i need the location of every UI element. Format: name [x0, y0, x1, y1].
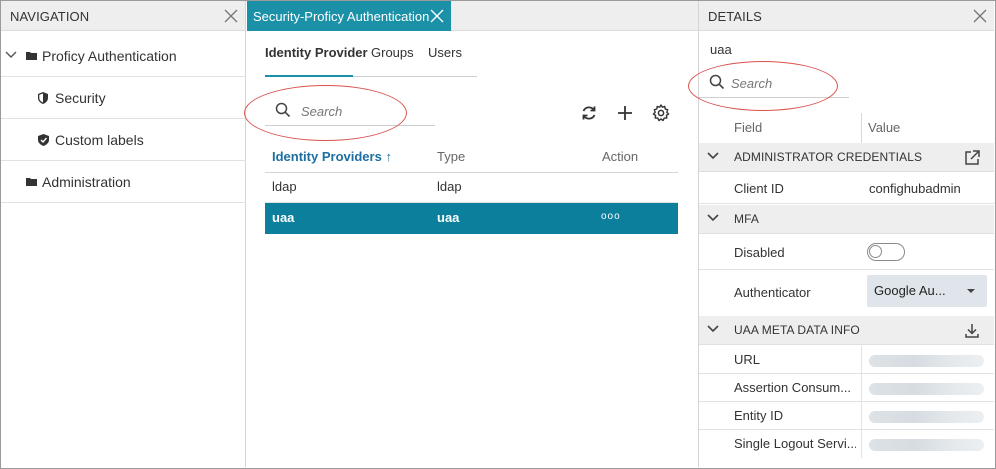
column-divider [861, 402, 862, 429]
search-icon [275, 102, 291, 118]
details-search[interactable]: Search [699, 70, 849, 98]
details-column-header: Field Value [699, 113, 994, 143]
refresh-icon[interactable] [579, 103, 599, 123]
field-label: URL [734, 352, 761, 367]
more-actions-icon[interactable]: ooo [601, 211, 621, 222]
section-administrator-credentials[interactable]: ADMINISTRATOR CREDENTIALS [699, 143, 994, 172]
nav-item-label: Custom labels [55, 132, 144, 148]
column-header-field: Field [734, 120, 763, 135]
section-mfa[interactable]: MFA [699, 205, 994, 234]
select-value: Google Au... [874, 283, 946, 298]
field-label: Disabled [734, 245, 785, 260]
navigation-title: NAVIGATION [10, 9, 90, 24]
chevron-down-icon[interactable] [5, 50, 17, 60]
caret-down-icon [967, 289, 975, 293]
cell-provider-type: uaa [437, 210, 460, 225]
search-input[interactable]: Search [301, 104, 342, 119]
field-label: Authenticator [734, 285, 811, 300]
details-subtitle: uaa [710, 42, 732, 57]
nav-item-security[interactable]: Security [1, 77, 246, 119]
cell-provider-name: uaa [272, 210, 295, 225]
search-icon [709, 74, 725, 90]
tab-groups[interactable]: Groups [371, 45, 414, 60]
tab-title: Security-Proficy Authentication [253, 9, 430, 24]
toggle-knob [869, 245, 882, 258]
nav-item-proficy-authentication[interactable]: Proficy Authentication [1, 35, 246, 77]
disabled-toggle[interactable] [867, 243, 905, 261]
column-header-value: Value [868, 120, 901, 135]
add-icon[interactable] [615, 103, 635, 123]
field-row-disabled: Disabled [699, 235, 994, 270]
details-header: DETAILS [699, 1, 994, 31]
field-row-single-logout-service: Single Logout Servi... [699, 430, 994, 458]
column-divider [861, 374, 862, 401]
chevron-down-icon[interactable] [707, 151, 719, 161]
active-tab-indicator [265, 75, 353, 77]
nav-item-custom-labels[interactable]: Custom labels [1, 119, 246, 161]
tab-users[interactable]: Users [428, 45, 462, 60]
column-divider [861, 113, 862, 143]
column-header-action: Action [602, 149, 639, 164]
column-header-identity-providers[interactable]: Identity Providers ↑ [272, 149, 392, 164]
close-icon[interactable] [429, 8, 445, 24]
field-label: Entity ID [734, 408, 784, 423]
details-panel: DETAILS uaa Search Field Value ADMINISTR… [688, 1, 994, 467]
chevron-down-icon[interactable] [707, 324, 719, 334]
identity-provider-search[interactable]: Search [265, 98, 435, 126]
field-row-entity-id: Entity ID [699, 402, 994, 430]
folder-icon [26, 178, 37, 186]
details-title: DETAILS [708, 9, 762, 24]
table-row[interactable]: ldap ldap [265, 172, 678, 203]
section-title: UAA META DATA INFO [734, 323, 860, 337]
nav-item-label: Administration [42, 174, 131, 190]
section-title: MFA [734, 212, 759, 226]
redacted-value [869, 411, 984, 423]
subtab-bar: Identity Provider Groups Users [265, 31, 477, 77]
authenticator-select[interactable]: Google Au... [867, 275, 987, 307]
external-link-icon[interactable] [963, 149, 981, 167]
field-label: Client ID [734, 181, 784, 196]
field-row-client-id: Client ID confighubadmin [699, 173, 994, 204]
section-title: ADMINISTRATOR CREDENTIALS [734, 150, 923, 164]
shield-icon [38, 92, 48, 104]
tab-security-proficy-authentication[interactable]: Security-Proficy Authentication [247, 1, 451, 31]
column-divider [861, 346, 862, 373]
field-label: Assertion Consum... [734, 380, 852, 395]
nav-item-administration[interactable]: Administration [1, 161, 246, 203]
table-row-selected[interactable]: uaa uaa ooo [265, 203, 678, 234]
section-uaa-meta-data-info[interactable]: UAA META DATA INFO [699, 316, 994, 345]
table-header: Identity Providers ↑ Type Action [265, 141, 678, 173]
cell-provider-type: ldap [437, 179, 462, 194]
redacted-value [869, 439, 984, 451]
navigation-panel: NAVIGATION Proficy Authentication Securi… [1, 1, 246, 467]
column-divider [861, 430, 862, 458]
field-row-assertion-consumer: Assertion Consum... [699, 374, 994, 402]
field-row-authenticator: Authenticator Google Au... [699, 271, 994, 315]
shield-check-icon [38, 134, 49, 146]
nav-item-label: Proficy Authentication [42, 48, 177, 64]
field-value: confighubadmin [869, 181, 961, 196]
close-icon[interactable] [972, 8, 988, 24]
close-icon[interactable] [223, 8, 239, 24]
cell-provider-name: ldap [272, 179, 297, 194]
settings-icon[interactable] [651, 103, 671, 123]
column-header-type[interactable]: Type [437, 149, 465, 164]
download-icon[interactable] [963, 322, 981, 340]
redacted-value [869, 355, 984, 367]
tab-identity-provider[interactable]: Identity Provider [265, 45, 368, 60]
nav-item-label: Security [55, 90, 106, 106]
chevron-down-icon[interactable] [707, 213, 719, 223]
navigation-header: NAVIGATION [1, 1, 245, 31]
sort-ascending-icon: ↑ [385, 149, 392, 164]
folder-icon [26, 52, 37, 60]
field-row-url: URL [699, 346, 994, 374]
redacted-value [869, 383, 984, 395]
field-label: Single Logout Servi... [734, 436, 856, 451]
security-panel: Security-Proficy Authentication Identity… [244, 1, 698, 467]
search-input[interactable]: Search [731, 76, 772, 91]
